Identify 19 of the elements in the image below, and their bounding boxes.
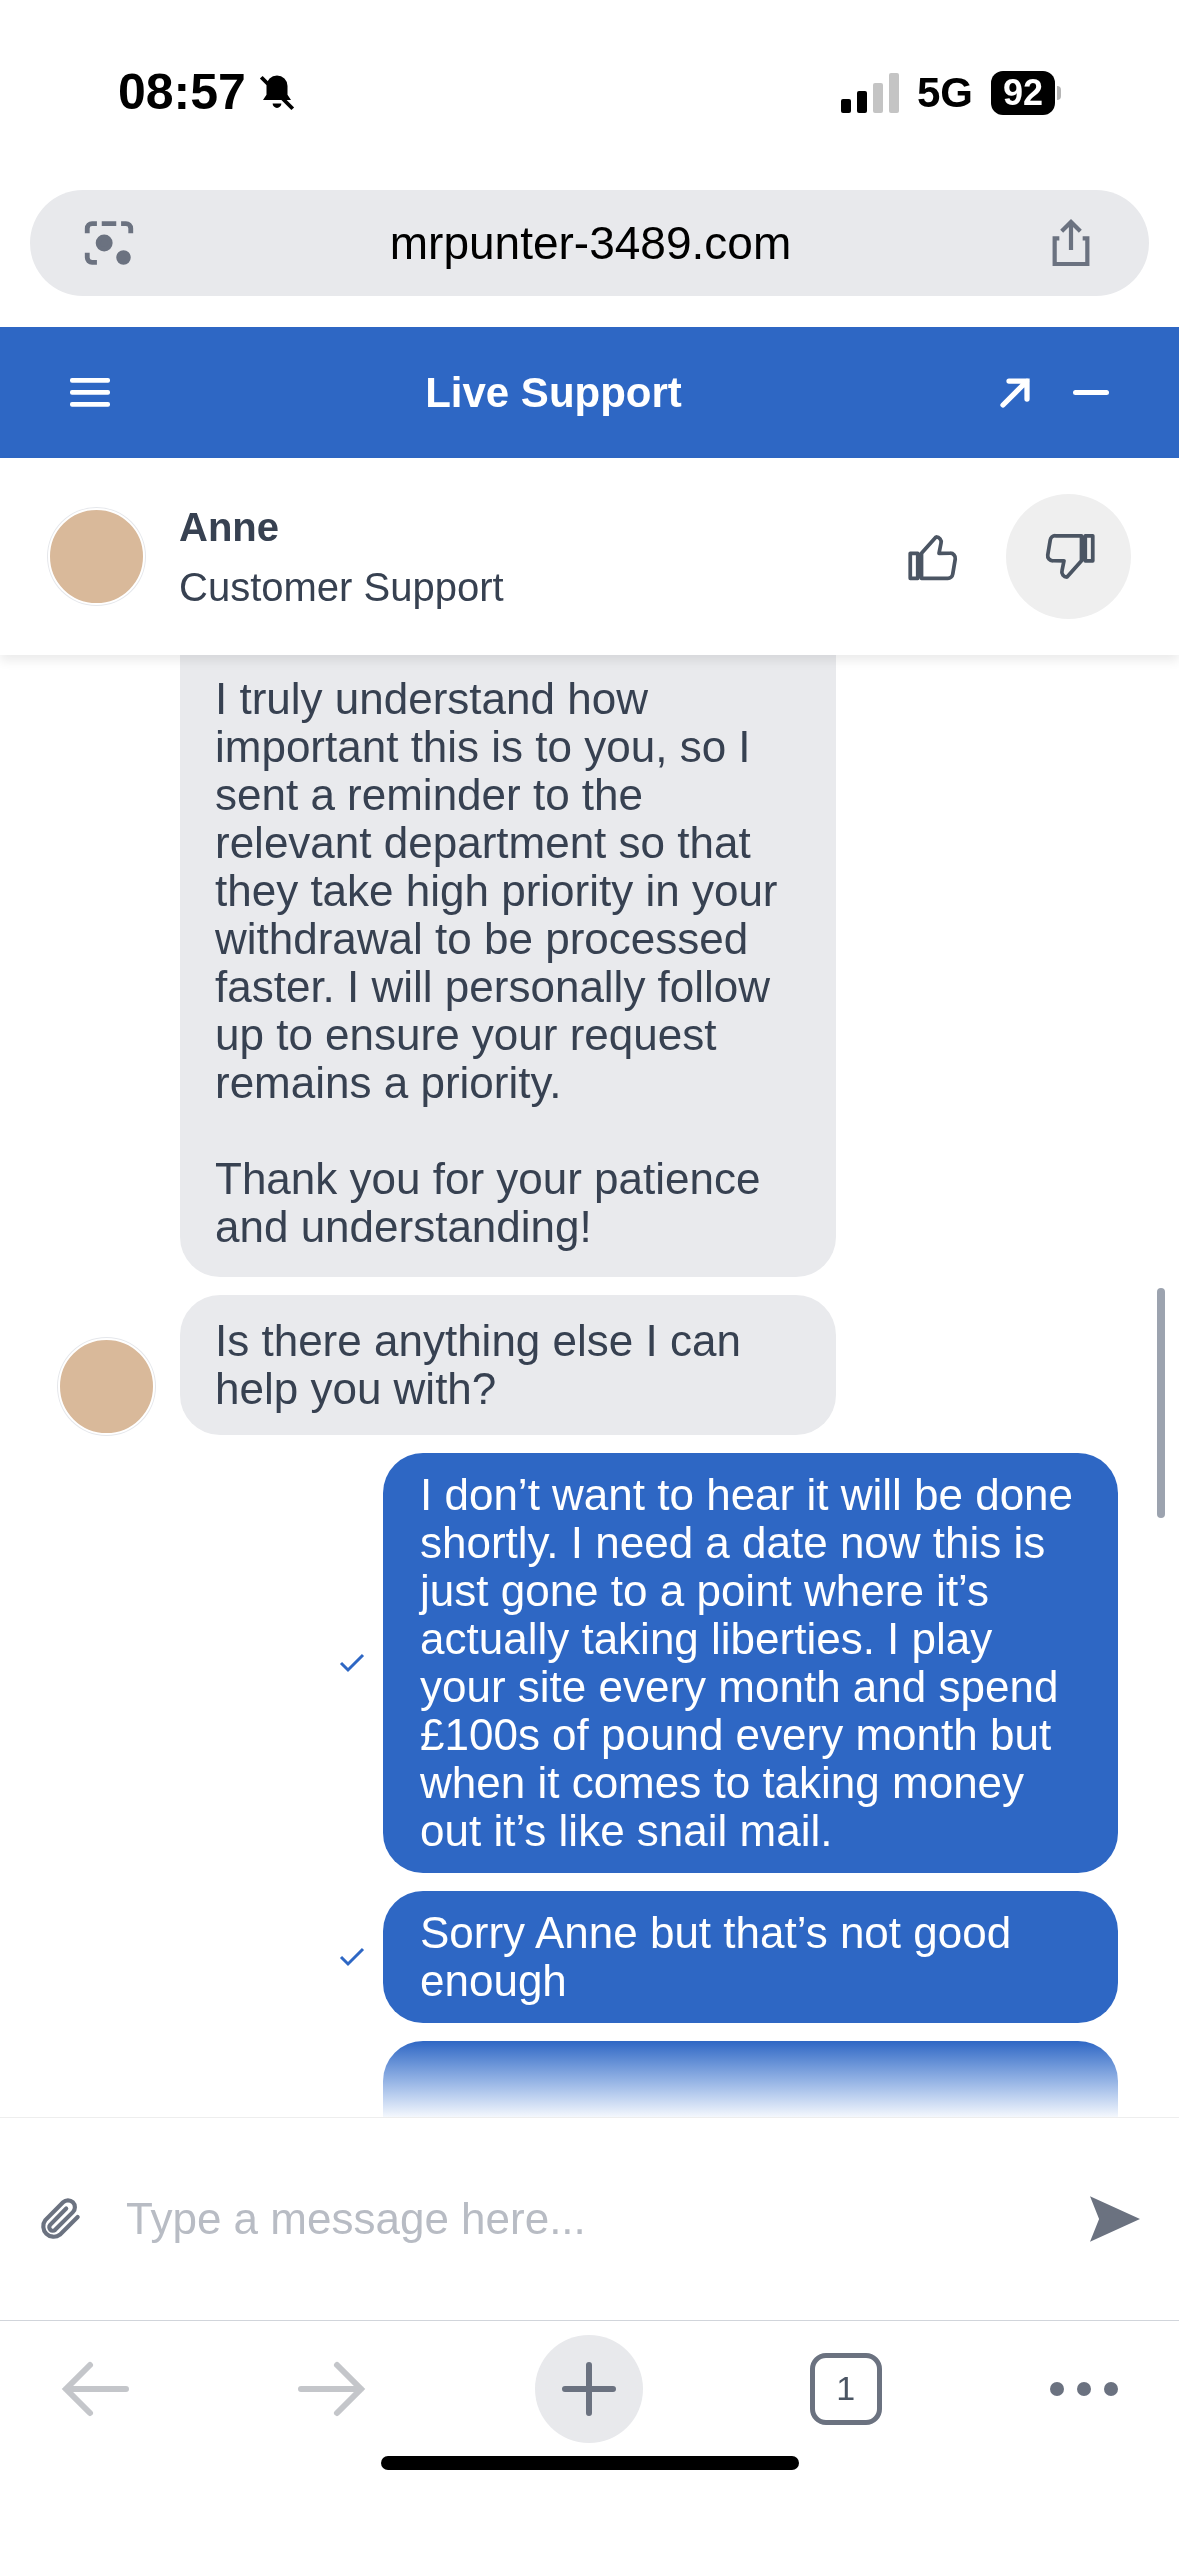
minimize-icon[interactable] xyxy=(1073,389,1109,396)
user-message: I don’t want to hear it will be done shortly. I need a date now this is just gone to a point where it’s actually taking liberties. I play your site every month and spend £100s of pound every month but when it comes to taking money out it’s like snail mail. xyxy=(383,1453,1118,1873)
more-icon[interactable] xyxy=(1049,2380,1119,2397)
chat-title: Live Support xyxy=(424,368,683,418)
signal-icon xyxy=(840,72,899,113)
menu-icon[interactable] xyxy=(70,377,110,408)
agent-message: Is there anything else I can help you with? xyxy=(180,1295,836,1435)
message-input[interactable]: Type a message here... xyxy=(126,2186,1047,2252)
network-label: 5G xyxy=(916,68,973,118)
address-bar[interactable]: mrpunter-3489.com xyxy=(30,190,1149,296)
status-time: 08:57 xyxy=(118,63,246,122)
battery-indicator: 92 xyxy=(990,70,1061,115)
url-text: mrpunter-3489.com xyxy=(389,215,792,271)
user-message: Sorry Anne but that’s not good enough xyxy=(383,1891,1118,2023)
agent-role: Customer Support xyxy=(179,563,505,611)
plus-icon xyxy=(560,2360,617,2417)
agent-message: I truly understand how important this is to you, so I sent a reminder to the relevant department so that they take high priority in your withdrawal to be processed faster. I will personally follow up to ensure your request remains a priority. Thank you for your patience and understanding! xyxy=(180,655,836,1277)
agent-name: Anne xyxy=(179,503,280,551)
tabs-button[interactable]: 1 xyxy=(809,2352,882,2425)
